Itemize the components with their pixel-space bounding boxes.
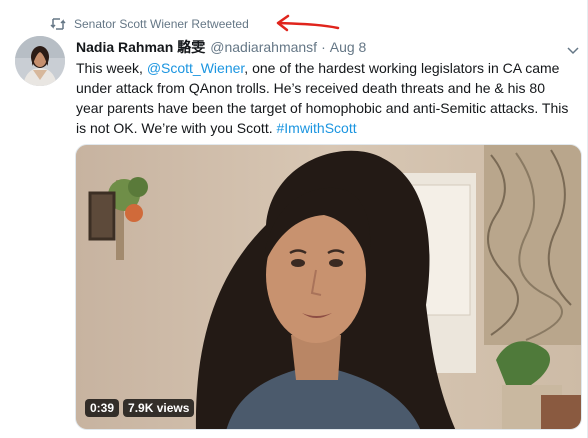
author-name-extra[interactable]: 駱雯 [177,37,205,57]
mention-link[interactable]: @Scott_Wiener [147,60,244,76]
avatar[interactable] [15,36,65,86]
video-badges: 0:39 7.9K views [85,399,195,417]
tweet-text-part: This week, [76,60,147,76]
tweet-timestamp[interactable]: Aug 8 [330,39,367,55]
hashtag-link[interactable]: #ImwithScott [276,120,356,136]
tweet-header: Nadia Rahman 駱雯 @nadiarahmansf · Aug 8 [76,36,366,58]
red-arrow-annotation [276,14,340,32]
tweet-text: This week, @Scott_Wiener, one of the har… [76,58,576,138]
video-frame [76,145,581,429]
video-player[interactable] [75,144,582,430]
retweet-icon [50,17,66,31]
retweet-label[interactable]: Senator Scott Wiener Retweeted [74,17,249,31]
tweet-card[interactable]: Senator Scott Wiener Retweeted Nadia Rah… [0,0,588,438]
video-views: 7.9K views [123,399,195,417]
retweet-context: Senator Scott Wiener Retweeted [50,14,249,34]
video-duration: 0:39 [85,399,120,417]
author-name[interactable]: Nadia Rahman [76,39,173,55]
author-handle[interactable]: @nadiarahmansf [210,39,317,55]
separator-dot: · [321,39,326,55]
